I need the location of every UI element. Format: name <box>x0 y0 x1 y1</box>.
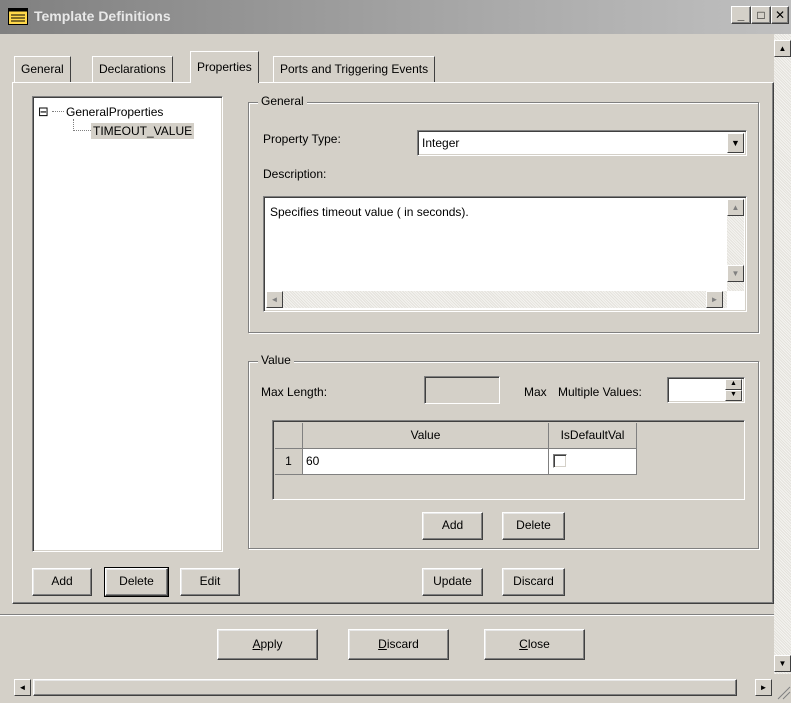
minimize-button[interactable]: _ <box>731 6 751 24</box>
max-multiple-prefix: Max <box>524 385 547 399</box>
grid-column-header-value[interactable]: Value <box>303 423 549 449</box>
grid-corner <box>275 423 303 449</box>
general-group-label: General <box>258 94 307 108</box>
apply-mnemonic: A <box>252 637 261 651</box>
scroll-left-icon[interactable]: ◄ <box>14 679 31 696</box>
scroll-right-icon[interactable]: ► <box>706 291 723 308</box>
grid-column-header-isdefaultval[interactable]: IsDefaultVal <box>549 423 637 449</box>
title-bar: Template Definitions _ □ ✕ <box>0 0 791 34</box>
spin-down-icon[interactable]: ▼ <box>725 390 742 401</box>
edit-property-button[interactable]: Edit <box>180 568 240 596</box>
maximize-button[interactable]: □ <box>751 6 771 24</box>
max-length-input[interactable] <box>424 376 500 404</box>
property-type-value: Integer <box>422 136 460 150</box>
max-multiple-values-spinner[interactable]: ▲ ▼ <box>667 377 745 403</box>
close-label: lose <box>527 637 550 651</box>
grid-cell-isdefault[interactable] <box>549 449 637 475</box>
apply-label: pply <box>260 637 283 651</box>
discard-button[interactable]: Discard <box>348 629 449 660</box>
value-group-label: Value <box>258 353 294 367</box>
discard-mnemonic: D <box>378 637 387 651</box>
discard-label: iscard <box>386 637 419 651</box>
description-textarea[interactable]: Specifies timeout value ( in seconds). ▲… <box>263 196 747 312</box>
scrollbar-thumb[interactable] <box>33 679 737 696</box>
scroll-up-icon[interactable]: ▲ <box>774 40 791 57</box>
description-horizontal-scrollbar[interactable] <box>266 291 727 308</box>
delete-property-button[interactable]: Delete <box>104 567 169 597</box>
property-tree[interactable]: ⊟ GeneralProperties TIMEOUT_VALUE <box>32 96 223 552</box>
tab-ports-and-triggering-events[interactable]: Ports and Triggering Events <box>273 56 436 82</box>
apply-button[interactable]: Apply <box>217 629 318 660</box>
grid-cell-value[interactable]: 60 <box>303 449 549 475</box>
tree-item-timeout-value[interactable]: TIMEOUT_VALUE <box>91 123 195 139</box>
discard-property-button[interactable]: Discard <box>502 568 565 596</box>
tab-properties[interactable]: Properties <box>190 51 259 83</box>
close-dialog-button[interactable]: Close <box>484 629 585 660</box>
window-title: Template Definitions <box>34 8 171 24</box>
add-value-button[interactable]: Add <box>422 512 483 540</box>
scroll-up-icon[interactable]: ▲ <box>727 199 744 216</box>
close-button[interactable]: ✕ <box>771 6 789 24</box>
values-grid[interactable]: Value IsDefaultVal 1 60 <box>272 420 745 500</box>
max-multiple-values-label: Multiple Values: <box>558 385 642 399</box>
window-horizontal-scrollbar[interactable]: ◄ ► <box>0 675 774 700</box>
tree-item-general-properties[interactable]: GeneralProperties <box>66 105 163 119</box>
property-type-select[interactable]: Integer ▼ <box>417 130 747 156</box>
separator <box>0 614 774 616</box>
tree-connector <box>73 130 91 131</box>
scroll-left-icon[interactable]: ◄ <box>266 291 283 308</box>
description-label: Description: <box>263 167 327 181</box>
close-mnemonic: C <box>519 637 528 651</box>
delete-value-button[interactable]: Delete <box>502 512 565 540</box>
scroll-right-icon[interactable]: ► <box>755 679 772 696</box>
description-text: Specifies timeout value ( in seconds). <box>270 205 469 219</box>
add-property-button[interactable]: Add <box>32 568 92 596</box>
scroll-down-icon[interactable]: ▼ <box>727 265 744 282</box>
size-grip[interactable] <box>774 675 791 700</box>
max-length-label: Max Length: <box>261 385 328 399</box>
tree-collapse-icon[interactable]: ⊟ <box>38 105 49 118</box>
tab-general[interactable]: General <box>14 56 71 82</box>
update-button[interactable]: Update <box>422 568 483 596</box>
scroll-down-icon[interactable]: ▼ <box>774 655 791 672</box>
tree-connector <box>52 111 64 112</box>
tab-declarations[interactable]: Declarations <box>92 56 173 82</box>
window-vertical-scrollbar[interactable] <box>774 34 791 674</box>
chevron-down-icon[interactable]: ▼ <box>727 133 744 153</box>
isdefault-checkbox[interactable] <box>553 454 567 468</box>
spin-up-icon[interactable]: ▲ <box>725 379 742 390</box>
grid-row-header: 1 <box>275 449 303 475</box>
property-type-label: Property Type: <box>263 132 341 146</box>
window-icon <box>8 8 28 25</box>
